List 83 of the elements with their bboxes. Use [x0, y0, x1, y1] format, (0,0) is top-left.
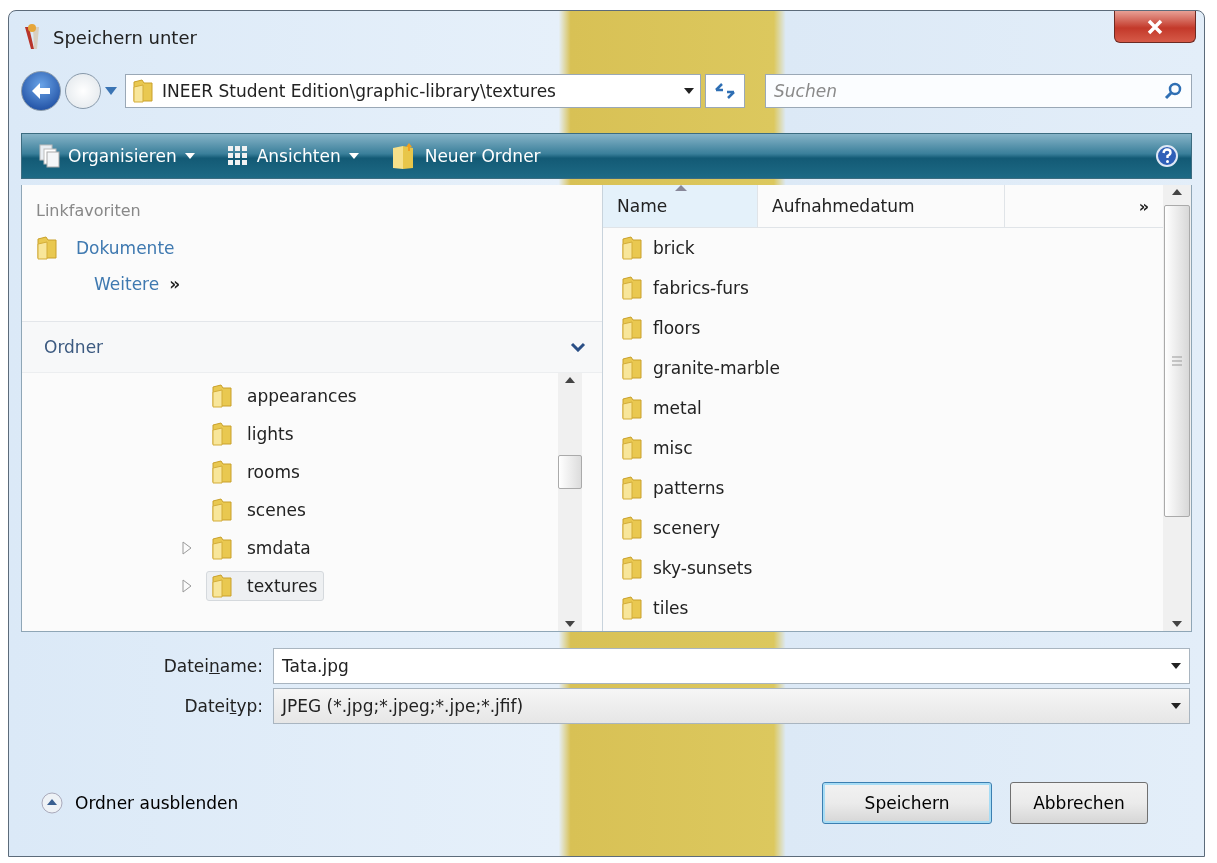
- dialog-button[interactable]: Abbrechen: [1010, 782, 1148, 824]
- folder-icon: [621, 476, 643, 500]
- field-label: Dateityp:: [183, 696, 263, 716]
- folders-header[interactable]: Ordner: [22, 322, 602, 373]
- file-item[interactable]: scenery: [603, 508, 1163, 548]
- file-item[interactable]: brick: [603, 228, 1163, 268]
- folder-icon: [621, 276, 643, 300]
- folder-icon: [211, 384, 233, 408]
- folder-icon: [211, 460, 233, 484]
- folder-icon: [621, 236, 643, 260]
- favorite-link[interactable]: Dokumente: [36, 236, 602, 260]
- file-item[interactable]: tiles: [603, 588, 1163, 628]
- back-arrow-icon: [31, 82, 51, 100]
- folder-icon: [621, 356, 643, 380]
- refresh-button[interactable]: [705, 74, 745, 108]
- tree-item[interactable]: scenes: [206, 495, 313, 525]
- scroll-thumb[interactable]: [558, 455, 582, 489]
- folder-icon: [621, 516, 643, 540]
- pages-icon: [38, 143, 60, 169]
- file-item[interactable]: misc: [603, 428, 1163, 468]
- help-icon[interactable]: [1155, 144, 1179, 168]
- tree-item[interactable]: smdata: [206, 533, 318, 563]
- scroll-thumb[interactable]: [1164, 205, 1190, 517]
- folder-icon: [211, 422, 233, 446]
- folder-icon: [211, 574, 233, 598]
- collapse-up-icon: [41, 792, 63, 814]
- tree-item[interactable]: appearances: [206, 381, 364, 411]
- toolbar-button[interactable]: Neuer Ordner: [386, 140, 545, 172]
- folder-icon: [621, 396, 643, 420]
- dropdown-arrow-icon: [1171, 703, 1181, 709]
- address-bar[interactable]: INEER Student Edition\graphic-library\textures: [125, 74, 701, 108]
- dropdown-arrow-icon: [684, 88, 694, 94]
- scrollbar[interactable]: [558, 373, 582, 631]
- tree-item[interactable]: rooms: [206, 457, 307, 487]
- folder-icon: [36, 236, 58, 260]
- search-icon: [1164, 82, 1182, 100]
- toolbar-button[interactable]: Ansichten: [222, 143, 363, 169]
- column-header[interactable]: Aufnahmedatum: [758, 185, 1005, 227]
- folder-icon: [621, 316, 643, 340]
- history-dropdown-icon[interactable]: [105, 87, 117, 95]
- folder-icon: [621, 556, 643, 580]
- scroll-down-icon: [565, 621, 575, 627]
- file-item[interactable]: floors: [603, 308, 1163, 348]
- file-item[interactable]: granite-marble: [603, 348, 1163, 388]
- file-item[interactable]: fabrics-furs: [603, 268, 1163, 308]
- dropdown-arrow-icon: [184, 153, 195, 159]
- field-label: Dateiname:: [162, 656, 263, 676]
- grid-icon: [226, 145, 249, 167]
- more-columns-glyph[interactable]: »: [1138, 196, 1163, 216]
- expand-triangle-icon[interactable]: [182, 579, 192, 593]
- folder-icon: [211, 536, 233, 560]
- section-heading: Linkfavoriten: [36, 201, 142, 220]
- scroll-down-icon: [1172, 621, 1182, 627]
- folder-icon: [211, 498, 233, 522]
- search-field[interactable]: Suchen: [765, 74, 1192, 108]
- dialog-button[interactable]: Speichern: [822, 782, 992, 824]
- grip-icon: [1172, 356, 1182, 366]
- expand-triangle-icon[interactable]: [182, 541, 192, 555]
- dropdown-arrow-icon: [1171, 663, 1181, 669]
- refresh-arrows-icon: [714, 82, 736, 100]
- file-item[interactable]: sky-sunsets: [603, 548, 1163, 588]
- window-title: Speichern unter: [53, 26, 197, 48]
- scroll-up-icon: [1172, 189, 1182, 195]
- more-link[interactable]: Weitere: [94, 274, 160, 294]
- filetype-dropdown[interactable]: JPEG (*.jpg;*.jpeg;*.jpe;*.jfif): [273, 688, 1190, 724]
- folder-icon: [621, 596, 643, 620]
- close-icon: [1146, 18, 1164, 35]
- folder-icon: [132, 79, 154, 103]
- tree-item[interactable]: textures: [206, 571, 325, 601]
- scroll-up-icon: [565, 377, 575, 383]
- close-button[interactable]: [1114, 11, 1196, 43]
- file-item[interactable]: patterns: [603, 468, 1163, 508]
- folder-icon: [621, 436, 643, 460]
- back-button[interactable]: [21, 71, 61, 111]
- dropdown-arrow-icon: [348, 153, 359, 159]
- hide-folders-button[interactable]: Ordner ausblenden: [21, 792, 239, 814]
- file-item[interactable]: metal: [603, 388, 1163, 428]
- scrollbar[interactable]: [1163, 185, 1191, 631]
- filename-field[interactable]: Tata.jpg: [273, 648, 1190, 684]
- more-glyph[interactable]: »: [169, 274, 181, 294]
- tree-item[interactable]: lights: [206, 419, 301, 449]
- column-header[interactable]: Name: [603, 185, 758, 227]
- toolbar-button[interactable]: Organisieren: [34, 141, 199, 171]
